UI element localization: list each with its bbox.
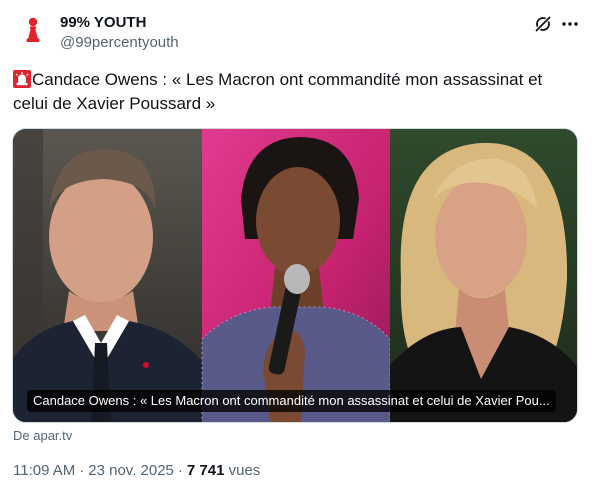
photo-left	[13, 129, 202, 422]
card-photo-collage	[13, 129, 577, 422]
tweet-date[interactable]: 23 nov. 2025	[88, 462, 174, 479]
views-count: 7 741	[186, 462, 225, 479]
link-card[interactable]: Candace Owens : « Les Macron ont command…	[12, 128, 578, 423]
meta-separator: ·	[177, 462, 183, 479]
tweet-body: Candace Owens : « Les Macron ont command…	[13, 70, 543, 113]
tweet-meta: 11:09 AM · 23 nov. 2025 · 7 741 vues	[13, 461, 260, 481]
card-caption: Candace Owens : « Les Macron ont command…	[27, 390, 556, 412]
meta-separator: ·	[79, 462, 85, 479]
card-image	[13, 129, 577, 422]
photo-right	[390, 129, 577, 422]
card-source-link[interactable]: De apar.tv	[13, 428, 72, 444]
author-names: 99% YOUTH @99percentyouth	[60, 13, 179, 52]
red-chess-pawn-icon	[26, 17, 40, 42]
rotating-light-siren-icon	[13, 70, 31, 88]
author-handle[interactable]: @99percentyouth	[60, 33, 179, 52]
avatar[interactable]	[14, 12, 52, 50]
tweet-header: 99% YOUTH @99percentyouth	[12, 10, 583, 56]
more-horizontal-icon[interactable]	[559, 14, 581, 34]
tweet-text: Candace Owens : « Les Macron ont command…	[13, 68, 578, 116]
photo-middle	[201, 129, 391, 422]
grok-icon[interactable]	[533, 14, 553, 34]
author-display-name[interactable]: 99% YOUTH	[60, 13, 179, 32]
views-label: vues	[228, 462, 261, 479]
tweet-time[interactable]: 11:09 AM	[13, 462, 75, 479]
